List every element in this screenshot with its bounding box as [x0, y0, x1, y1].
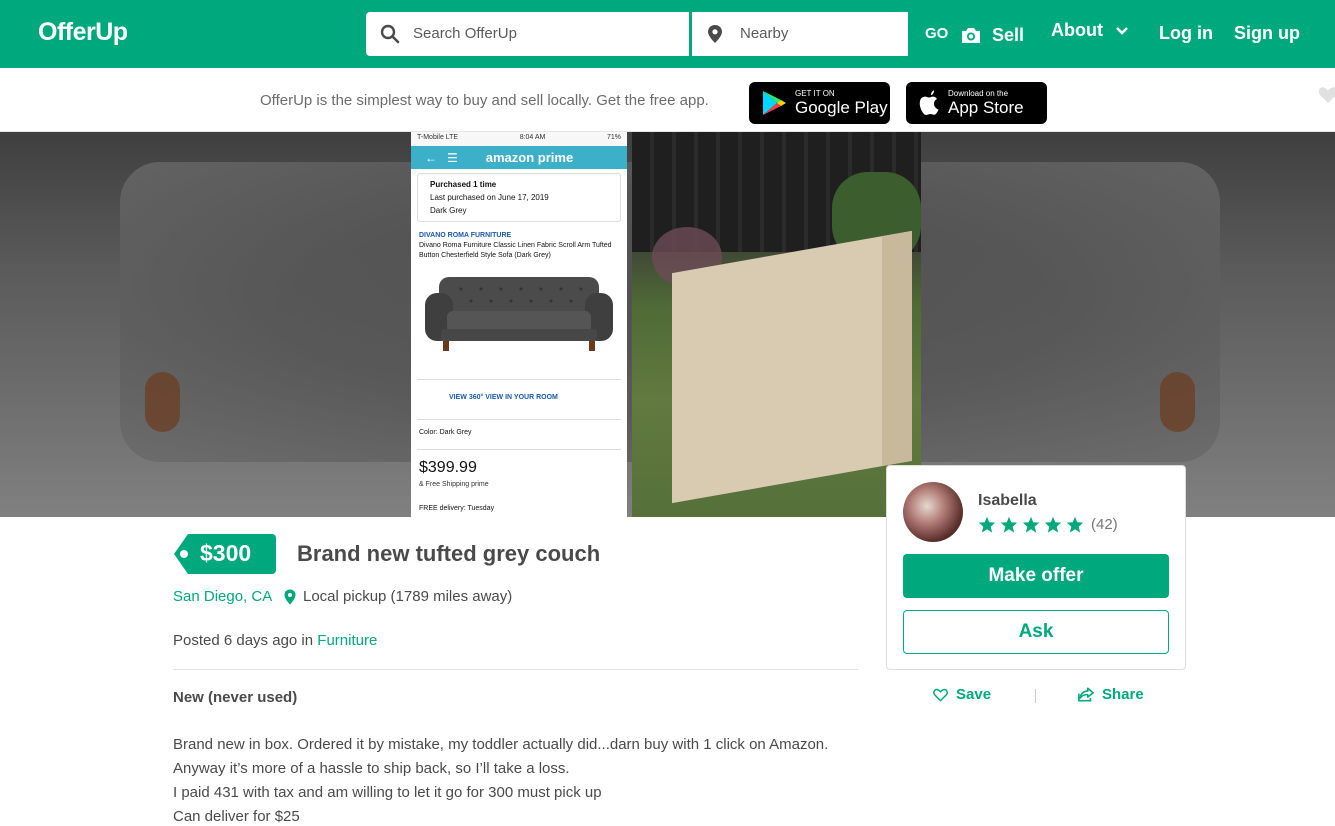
- battery-text: 71%: [606, 134, 621, 141]
- phone-status-bar: T-Mobile LTE 8:04 AM 71%: [411, 132, 627, 146]
- shipping-text: & Free Shipping prime: [419, 481, 489, 488]
- action-separator: [1035, 689, 1036, 703]
- product-name: Divano Roma Furniture Classic Linen Fabr…: [419, 242, 612, 259]
- product-brand: DIVANO ROMA FURNITURE: [419, 232, 512, 239]
- sofa-image: [425, 277, 613, 351]
- blurred-couch-leg: [145, 372, 180, 432]
- divider: [417, 449, 621, 450]
- divider: [417, 419, 621, 420]
- save-button[interactable]: Save: [933, 686, 991, 703]
- location-pin-icon: [708, 25, 722, 43]
- listing-title: Brand new tufted grey couch: [297, 541, 601, 566]
- star-icon: [1066, 516, 1084, 533]
- share-icon: [1078, 687, 1094, 702]
- posted-text: Posted 6 days ago in: [173, 632, 314, 649]
- seller-name[interactable]: Isabella: [978, 492, 1037, 510]
- purchase-history-box: Purchased 1 time Last purchased on June …: [417, 173, 621, 222]
- location-link[interactable]: San Diego, CA: [173, 588, 272, 605]
- star-icon: [1000, 516, 1018, 533]
- go-button[interactable]: GO: [908, 12, 964, 56]
- color-text: Color: Dark Grey: [419, 429, 472, 436]
- offerup-logo[interactable]: OfferUp: [38, 18, 128, 47]
- back-arrow-icon: ←: [425, 150, 437, 165]
- menu-icon: ☰: [447, 150, 458, 165]
- cardboard-box-image: [672, 230, 912, 504]
- chevron-down-icon: [1116, 26, 1128, 35]
- listing-description: Brand new in box. Ordered it by mistake,…: [173, 733, 863, 826]
- sell-button[interactable]: Sell: [960, 20, 1024, 50]
- description-line: Can deliver for $25: [173, 808, 300, 825]
- listing-price: $300: [200, 540, 252, 566]
- condition-label: New (never used): [173, 689, 298, 706]
- purchased-count: Purchased 1 time: [430, 180, 497, 189]
- price-tag-hole: [180, 550, 188, 558]
- section-divider: [173, 669, 858, 670]
- price-tag: $300: [174, 534, 276, 574]
- variant-text: Dark Grey: [430, 206, 467, 215]
- avatar[interactable]: [903, 482, 963, 542]
- heart-outline-icon: [933, 688, 948, 702]
- blurred-couch-leg: [1160, 372, 1195, 432]
- location-input[interactable]: Nearby: [692, 12, 908, 56]
- search-input[interactable]: Search OfferUp: [366, 12, 689, 56]
- sell-label: Sell: [992, 24, 1025, 45]
- heart-icon[interactable]: [1318, 86, 1335, 104]
- view-360-links: VIEW 360° VIEW IN YOUR ROOM: [449, 394, 558, 401]
- listing-photo-box[interactable]: [632, 132, 921, 517]
- ask-button[interactable]: Ask: [903, 610, 1169, 654]
- pickup-info: Local pickup (1789 miles away): [283, 588, 512, 605]
- posted-info: Posted 6 days ago in Furniture: [173, 632, 377, 649]
- location-placeholder: Nearby: [740, 25, 789, 42]
- category-link[interactable]: Furniture: [317, 632, 377, 649]
- clock-text: 8:04 AM: [519, 134, 546, 141]
- rating-count: (42): [1091, 516, 1118, 533]
- google-play-button[interactable]: GET IT ON Google Play: [749, 82, 890, 124]
- amazon-logo: amazon prime: [485, 150, 574, 165]
- search-placeholder: Search OfferUp: [413, 25, 517, 42]
- apple-icon: [919, 90, 939, 115]
- make-offer-button[interactable]: Make offer: [903, 554, 1169, 598]
- about-label: About: [1051, 20, 1103, 40]
- about-menu[interactable]: About: [1051, 20, 1129, 41]
- google-play-small-text: GET IT ON: [795, 89, 835, 98]
- star-icon: [1022, 516, 1040, 533]
- promo-text: OfferUp is the simplest way to buy and s…: [260, 92, 709, 109]
- description-line: I paid 431 with tax and am willing to le…: [173, 784, 602, 801]
- amazon-app-bar: ← ☰ amazon prime: [411, 146, 627, 169]
- amazon-price: $399.99: [419, 459, 477, 476]
- google-play-icon: [763, 91, 786, 115]
- location-pin-icon: [284, 589, 296, 604]
- seller-rating: (42): [978, 516, 1118, 533]
- app-store-small-text: Download on the: [948, 89, 1009, 98]
- last-purchased: Last purchased on June 17, 2019: [430, 193, 549, 202]
- camera-icon: [962, 28, 980, 43]
- star-icon: [1044, 516, 1062, 533]
- listing-photo-amazon-screenshot[interactable]: T-Mobile LTE 8:04 AM 71% ← ☰ amazon prim…: [411, 132, 627, 517]
- share-button[interactable]: Share: [1078, 686, 1144, 703]
- seller-card: Isabella (42) Make offer Ask: [886, 465, 1186, 670]
- top-nav-bar: OfferUp Search OfferUp Nearby GO Sell Ab…: [0, 0, 1335, 68]
- login-link[interactable]: Log in: [1159, 23, 1213, 44]
- share-label: Share: [1102, 686, 1144, 703]
- carrier-text: T-Mobile LTE: [417, 134, 459, 141]
- google-play-big-text: Google Play: [795, 98, 888, 117]
- search-icon: [380, 24, 400, 44]
- delivery-text: FREE delivery: Tuesday: [419, 505, 495, 512]
- signup-link[interactable]: Sign up: [1234, 23, 1300, 44]
- app-store-button[interactable]: Download on the App Store: [906, 82, 1047, 124]
- description-line: Anyway it’s more of a hassle to ship bac…: [173, 760, 570, 777]
- app-promo-bar: OfferUp is the simplest way to buy and s…: [0, 68, 1335, 132]
- app-store-big-text: App Store: [948, 98, 1024, 117]
- divider: [417, 379, 621, 380]
- description-line: Brand new in box. Ordered it by mistake,…: [173, 736, 829, 753]
- pickup-text: Local pickup (1789 miles away): [303, 588, 513, 605]
- star-icon: [978, 516, 996, 533]
- save-label: Save: [956, 686, 992, 703]
